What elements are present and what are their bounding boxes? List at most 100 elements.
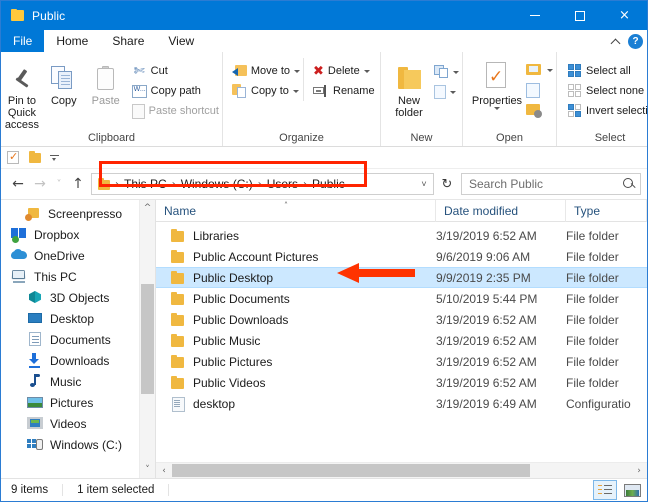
scrollbar-thumb[interactable] bbox=[172, 464, 531, 477]
maximize-button[interactable] bbox=[557, 1, 602, 30]
open-folder-button[interactable] bbox=[523, 60, 556, 80]
copy-to-button[interactable]: Copy to bbox=[229, 81, 303, 101]
chevron-down-icon[interactable] bbox=[494, 107, 500, 110]
file-type: Configuratio bbox=[566, 396, 631, 411]
search-input[interactable]: Search Public bbox=[466, 177, 623, 191]
search-icon[interactable] bbox=[623, 177, 636, 191]
rename-button[interactable]: Rename bbox=[310, 81, 380, 101]
new-item-button[interactable] bbox=[431, 62, 462, 82]
history-icon bbox=[526, 103, 542, 118]
chevron-down-icon[interactable] bbox=[450, 90, 456, 94]
breadcrumb-windows-c[interactable]: Windows (C:) bbox=[177, 177, 257, 191]
qat-new-folder-icon[interactable] bbox=[29, 151, 42, 163]
chevron-down-icon[interactable] bbox=[453, 70, 459, 74]
select-all-button[interactable]: Select all bbox=[565, 61, 648, 81]
table-row[interactable]: Public Documents 5/10/2019 5:44 PM File … bbox=[156, 288, 647, 309]
invert-selection-button[interactable]: Invert selection bbox=[565, 101, 648, 121]
cut-button[interactable]: ✄ Cut bbox=[129, 61, 222, 81]
scrollbar-thumb[interactable] bbox=[141, 284, 154, 394]
breadcrumb-users[interactable]: Users bbox=[263, 177, 302, 191]
sidebar-item-windows-c[interactable]: Windows (C:) bbox=[1, 434, 139, 455]
column-header-row: Name ˄ Date modified Type bbox=[156, 199, 647, 222]
column-header-name[interactable]: Name ˄ bbox=[156, 199, 436, 222]
tab-view[interactable]: View bbox=[156, 30, 207, 52]
file-name: Public Documents bbox=[193, 291, 290, 306]
chevron-down-icon[interactable] bbox=[292, 89, 299, 93]
sidebar-item-pictures[interactable]: Pictures bbox=[1, 392, 139, 413]
sidebar-item-label: Dropbox bbox=[34, 227, 80, 242]
sidebar-item-this-pc[interactable]: This PC bbox=[1, 266, 139, 287]
details-view-button[interactable] bbox=[593, 480, 617, 500]
table-row[interactable]: desktop 3/19/2019 6:49 AM Configuratio bbox=[156, 393, 647, 414]
table-row[interactable]: Public Pictures 3/19/2019 6:52 AM File f… bbox=[156, 351, 647, 372]
column-header-type[interactable]: Type bbox=[566, 199, 647, 222]
table-row[interactable]: Public Downloads 3/19/2019 6:52 AM File … bbox=[156, 309, 647, 330]
tab-home[interactable]: Home bbox=[44, 30, 101, 52]
invert-selection-icon bbox=[568, 104, 582, 118]
scroll-down-icon[interactable]: ˅ bbox=[140, 462, 155, 478]
table-row[interactable]: Public Music 3/19/2019 6:52 AM File fold… bbox=[156, 330, 647, 351]
tab-share[interactable]: Share bbox=[100, 30, 157, 52]
address-bar-row: ← → ˅ ↑ › This PC › Windows (C:) › Users… bbox=[1, 169, 647, 199]
paste-shortcut-button[interactable]: Paste shortcut bbox=[129, 101, 222, 121]
sidebar-item-videos[interactable]: Videos bbox=[1, 413, 139, 434]
close-button[interactable]: × bbox=[602, 1, 647, 30]
select-none-button[interactable]: Select none bbox=[565, 81, 648, 101]
large-icons-view-button[interactable] bbox=[620, 480, 644, 500]
column-header-date-modified[interactable]: Date modified bbox=[436, 199, 566, 222]
new-folder-button[interactable]: New folder bbox=[387, 58, 431, 119]
up-button[interactable]: ↑ bbox=[67, 173, 89, 195]
search-box[interactable]: Search Public bbox=[461, 173, 641, 195]
pin-to-quick-access-button[interactable]: Pin to Quick access bbox=[1, 58, 43, 131]
sidebar-item-onedrive[interactable]: OneDrive bbox=[1, 245, 139, 266]
help-icon[interactable]: ? bbox=[628, 33, 643, 49]
paste-button[interactable]: Paste bbox=[85, 58, 127, 107]
sidebar-item-downloads[interactable]: Downloads bbox=[1, 350, 139, 371]
chevron-down-icon[interactable] bbox=[294, 69, 300, 73]
move-to-button[interactable]: Move to bbox=[229, 61, 303, 81]
table-row[interactable]: Public Account Pictures 9/6/2019 9:06 AM… bbox=[156, 246, 647, 267]
recent-locations-button[interactable]: ˅ bbox=[51, 173, 67, 195]
paste-label: Paste bbox=[91, 95, 120, 107]
easy-access-button[interactable] bbox=[431, 82, 462, 102]
sidebar-item-desktop[interactable]: Desktop bbox=[1, 308, 139, 329]
sidebar-item-music[interactable]: Music bbox=[1, 371, 139, 392]
table-row[interactable]: Libraries 3/19/2019 6:52 AM File folder bbox=[156, 225, 647, 246]
qat-properties-icon[interactable]: ✓ bbox=[7, 150, 21, 165]
file-list-horizontal-scrollbar[interactable]: ‹ › bbox=[156, 462, 647, 478]
navigation-pane-scrollbar[interactable]: ^ ˅ bbox=[139, 200, 155, 478]
sidebar-item-3d-objects[interactable]: 3D Objects bbox=[1, 287, 139, 308]
copy-button[interactable]: Copy bbox=[43, 58, 85, 107]
invert-selection-label: Invert selection bbox=[586, 105, 648, 117]
scroll-right-icon[interactable]: › bbox=[631, 463, 647, 478]
chevron-down-icon[interactable] bbox=[363, 69, 370, 73]
edit-button[interactable] bbox=[523, 80, 556, 100]
close-icon: × bbox=[619, 8, 630, 23]
collapse-ribbon-icon[interactable] bbox=[612, 37, 621, 46]
table-row[interactable]: Public Videos 3/19/2019 6:52 AM File fol… bbox=[156, 372, 647, 393]
address-bar[interactable]: › This PC › Windows (C:) › Users › Publi… bbox=[91, 173, 434, 195]
refresh-button[interactable]: ↻ bbox=[436, 173, 458, 195]
breadcrumb-this-pc[interactable]: This PC bbox=[120, 177, 171, 191]
tab-file[interactable]: File bbox=[1, 30, 45, 52]
forward-button[interactable]: → bbox=[29, 173, 51, 195]
table-row-selected[interactable]: Public Desktop 9/9/2019 2:35 PM File fol… bbox=[156, 267, 647, 288]
delete-button[interactable]: ✖ Delete bbox=[310, 61, 380, 81]
address-dropdown-icon[interactable]: ˅ bbox=[415, 174, 433, 194]
scroll-left-icon[interactable]: ‹ bbox=[156, 463, 172, 478]
minimize-button[interactable] bbox=[512, 1, 557, 30]
back-button[interactable]: ← bbox=[7, 173, 29, 195]
scrollbar-track[interactable] bbox=[172, 463, 631, 478]
scrollbar-track[interactable] bbox=[140, 216, 155, 462]
history-button[interactable] bbox=[523, 100, 556, 120]
scroll-up-icon[interactable]: ^ bbox=[140, 200, 155, 216]
breadcrumb-public[interactable]: Public bbox=[308, 177, 349, 191]
ribbon-group-open: ✓ Properties Open bbox=[463, 52, 557, 146]
qat-customize-dropdown-icon[interactable] bbox=[50, 153, 60, 163]
copy-path-button[interactable]: Copy path bbox=[129, 81, 222, 101]
sidebar-item-documents[interactable]: Documents bbox=[1, 329, 139, 350]
sidebar-item-dropbox[interactable]: Dropbox bbox=[1, 224, 139, 245]
sidebar-item-screenpresso[interactable]: Screenpresso bbox=[1, 203, 139, 224]
properties-button[interactable]: ✓ Properties bbox=[471, 58, 523, 110]
chevron-down-icon[interactable] bbox=[547, 68, 553, 72]
